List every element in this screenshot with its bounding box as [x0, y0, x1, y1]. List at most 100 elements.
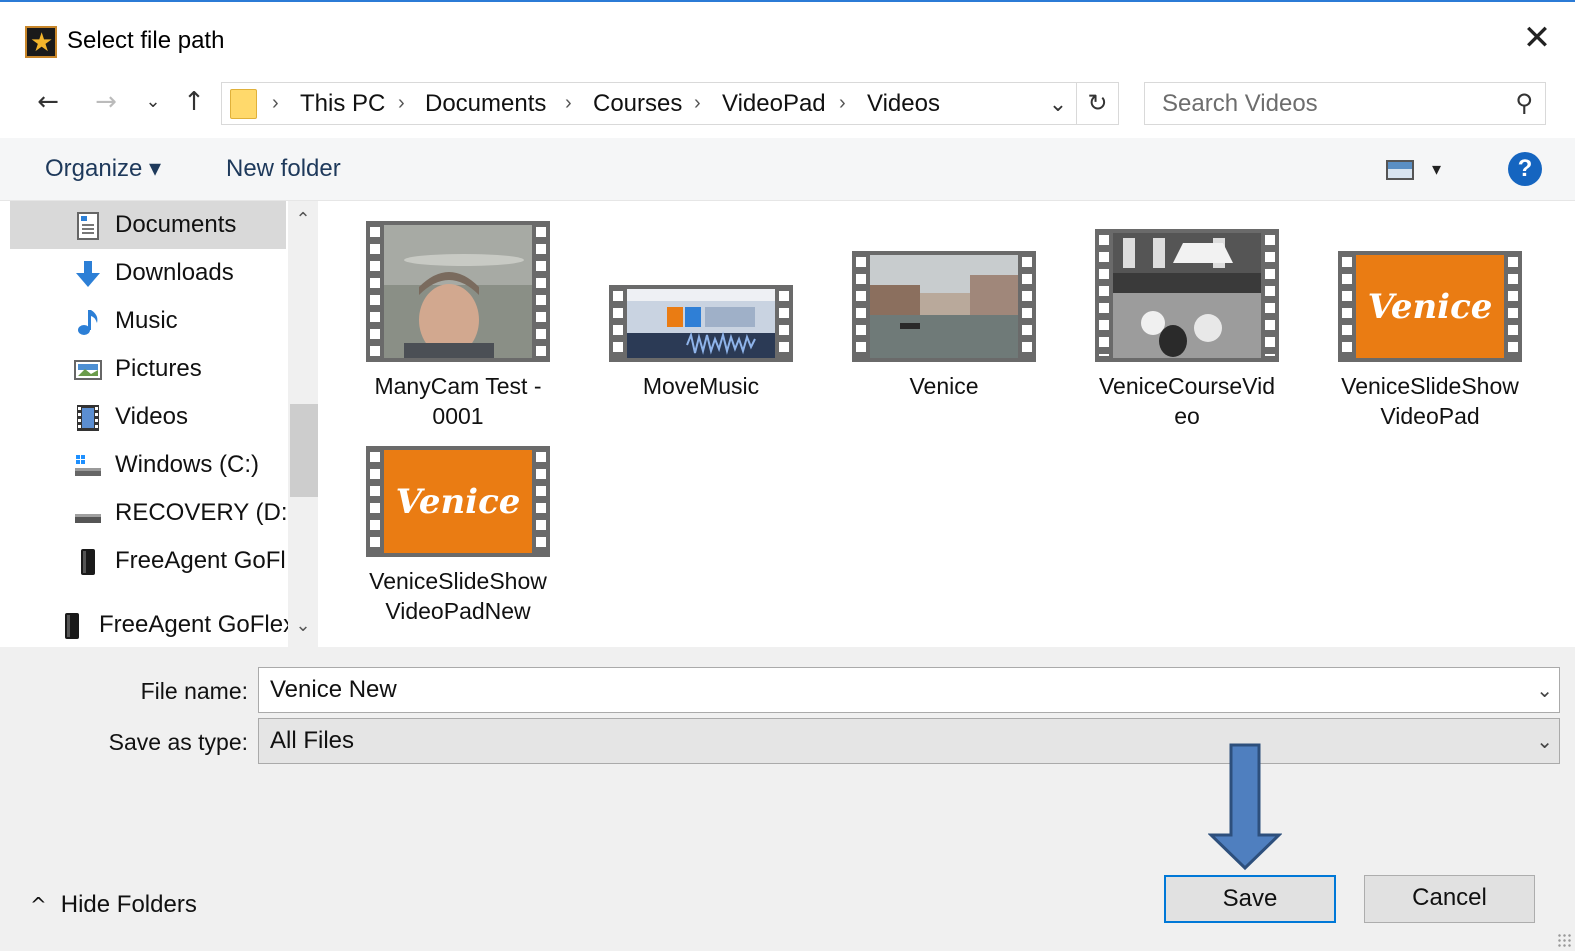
recent-locations-button[interactable]: ⌄	[140, 84, 166, 120]
command-toolbar: Organize ▾ New folder ▾ ?	[0, 138, 1575, 201]
sidebar-item-label: Documents	[115, 211, 237, 238]
cancel-button[interactable]: Cancel	[1364, 875, 1535, 923]
navigation-bar: ← → ⌄ ↑ › This PC › Documents › Courses …	[0, 70, 1575, 138]
title-bar: Select file path ✕	[0, 4, 1575, 70]
video-thumbnail	[609, 285, 793, 362]
save-file-dialog: Select file path ✕ ← → ⌄ ↑ › This PC › D…	[0, 0, 1575, 951]
save-as-type-select[interactable]: All Files ⌄	[258, 718, 1560, 764]
change-view-icon[interactable]	[1386, 160, 1414, 180]
file-name-line-2: 0001	[432, 403, 484, 429]
breadcrumb-this-pc[interactable]: This PC	[300, 83, 385, 124]
file-item-venicecoursevideo[interactable]: VeniceCourseVid eo	[1072, 221, 1302, 431]
file-item-manycam-test[interactable]: ManyCam Test - 0001	[343, 221, 573, 431]
breadcrumb-separator: ›	[398, 92, 405, 114]
folder-icon	[230, 89, 257, 119]
breadcrumb-documents[interactable]: Documents	[425, 83, 546, 124]
file-name-line-2: VideoPadNew	[385, 598, 531, 624]
file-item-venice[interactable]: Venice	[829, 221, 1059, 431]
file-name-label: File name:	[140, 678, 248, 704]
help-icon[interactable]: ?	[1508, 152, 1542, 186]
file-item-movemusic[interactable]: MoveMusic	[586, 221, 816, 431]
videos-icon	[77, 405, 99, 431]
sidebar-item-freeagent-1[interactable]: FreeAgent GoFle	[10, 537, 286, 585]
breadcrumb-separator: ›	[839, 92, 846, 114]
file-item-veniceslideshowvideopadnew[interactable]: Venice VeniceSlideShow VideoPadNew	[343, 446, 573, 646]
sidebar-item-label: Pictures	[115, 355, 202, 382]
thumbnail-title-text: Venice	[395, 481, 521, 522]
sidebar-item-label: Videos	[115, 403, 188, 430]
chevron-down-icon[interactable]: ⌄	[1536, 719, 1553, 763]
breadcrumb-separator: ›	[565, 92, 572, 114]
search-placeholder: Search Videos	[1162, 90, 1318, 117]
sidebar-item-label: Downloads	[115, 259, 234, 286]
videopad-app-icon	[25, 26, 57, 58]
sidebar-item-label: Music	[115, 307, 178, 334]
save-as-type-label: Save as type:	[108, 729, 248, 755]
sidebar-item-videos[interactable]: Videos	[10, 393, 286, 441]
sidebar-item-pictures[interactable]: Pictures	[10, 345, 286, 393]
resize-grip-icon[interactable]	[1557, 933, 1571, 947]
scroll-thumb[interactable]	[290, 404, 318, 497]
pictures-icon	[74, 360, 102, 380]
breadcrumb-videopad[interactable]: VideoPad	[722, 83, 826, 124]
save-button[interactable]: Save	[1164, 875, 1336, 923]
video-thumbnail: Venice	[366, 446, 550, 557]
video-thumbnail	[366, 221, 550, 362]
drive-d-icon	[75, 514, 101, 523]
breadcrumb-videos[interactable]: Videos	[867, 83, 940, 124]
documents-icon	[77, 212, 99, 240]
navigation-pane: Documents Downloads Music Pictures Video…	[0, 201, 320, 647]
refresh-button[interactable]: ↻	[1076, 83, 1118, 124]
address-bar[interactable]: › This PC › Documents › Courses › VideoP…	[221, 82, 1119, 125]
downloads-icon	[76, 261, 100, 287]
sidebar-item-label: RECOVERY (D:)	[115, 499, 286, 526]
close-button[interactable]: ✕	[1517, 18, 1557, 58]
up-button[interactable]: ↑	[176, 84, 212, 120]
sidebar-item-windows-c[interactable]: Windows (C:)	[10, 441, 286, 489]
new-folder-button[interactable]: New folder	[226, 138, 341, 200]
navigation-pane-scrollbar[interactable]: ⌃ ⌄	[288, 201, 318, 647]
forward-button[interactable]: →	[88, 84, 124, 120]
annotation-arrow-icon	[1208, 743, 1282, 871]
search-box[interactable]: Search Videos ⚲	[1144, 82, 1546, 125]
music-icon	[78, 310, 98, 335]
breadcrumb-courses[interactable]: Courses	[593, 83, 682, 124]
save-as-type-value: All Files	[270, 727, 355, 754]
external-drive-icon	[65, 613, 79, 639]
hide-folders-button[interactable]: ^ Hide Folders	[30, 887, 197, 923]
file-name-line-1: ManyCam Test -	[374, 373, 542, 399]
file-name-line-2: VideoPad	[1380, 403, 1480, 429]
view-options-dropdown[interactable]: ▾	[1432, 138, 1441, 200]
file-name-input[interactable]: Venice New ⌄	[258, 667, 1560, 713]
file-list: ManyCam Test - 0001 MoveMusic Venice Ven…	[320, 201, 1575, 647]
video-thumbnail: Venice	[1338, 251, 1522, 362]
hide-folders-label: Hide Folders	[60, 891, 197, 918]
sidebar-item-documents[interactable]: Documents	[10, 201, 286, 249]
file-name-line-2: eo	[1174, 403, 1200, 429]
drive-c-icon	[75, 455, 101, 476]
chevron-down-icon[interactable]: ⌄	[1536, 668, 1553, 712]
organize-button[interactable]: Organize ▾	[45, 138, 161, 200]
sidebar-item-label: FreeAgent GoFlex	[99, 611, 296, 638]
sidebar-item-label: Windows (C:)	[115, 451, 260, 478]
dialog-title: Select file path	[67, 27, 225, 54]
sidebar-item-music[interactable]: Music	[10, 297, 286, 345]
sidebar-item-downloads[interactable]: Downloads	[10, 249, 286, 297]
sidebar-item-recovery-d[interactable]: RECOVERY (D:)	[10, 489, 286, 537]
search-icon[interactable]: ⚲	[1515, 83, 1533, 124]
file-name-line-1: Venice	[909, 373, 979, 399]
thumbnail-title-text: Venice	[1367, 286, 1493, 327]
video-thumbnail	[852, 251, 1036, 362]
file-name-line-1: MoveMusic	[642, 373, 760, 399]
sidebar-item-label: FreeAgent GoFle	[115, 547, 286, 574]
scroll-down-button[interactable]: ⌄	[288, 611, 318, 641]
external-drive-icon	[81, 549, 95, 575]
back-button[interactable]: ←	[30, 84, 66, 120]
file-item-veniceslideshowvideopad[interactable]: Venice VeniceSlideShow VideoPad	[1315, 221, 1545, 431]
chevron-up-icon: ^	[30, 893, 47, 917]
scroll-up-button[interactable]: ⌃	[288, 205, 318, 235]
sidebar-item-freeagent-2[interactable]: FreeAgent GoFlex	[0, 601, 295, 649]
address-dropdown-button[interactable]: ⌄	[1043, 83, 1073, 124]
file-name-line-1: VeniceSlideShow	[1341, 373, 1519, 399]
file-name-line-1: VeniceSlideShow	[369, 568, 547, 594]
